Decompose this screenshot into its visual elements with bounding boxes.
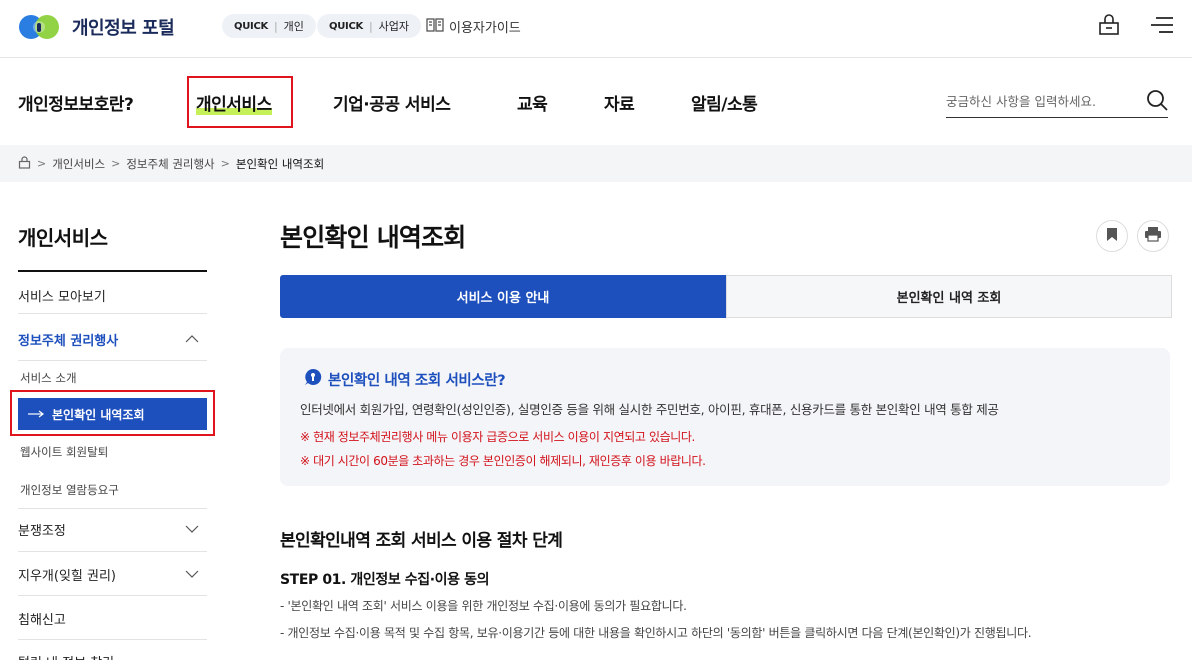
sidebar-item-label: 털린 내 정보 찾기	[18, 652, 114, 660]
gnb-label: 기업·공공 서비스	[333, 95, 451, 115]
user-guide-link[interactable]: 이용자가이드	[426, 17, 521, 36]
chevron-up-icon	[185, 332, 199, 347]
sidebar-item-service-overview[interactable]: 서비스 모아보기	[18, 286, 207, 305]
bookmark-icon	[1106, 227, 1118, 246]
sidebar-item-leaked-info[interactable]: 털린 내 정보 찾기	[18, 652, 207, 660]
search-icon[interactable]	[1146, 89, 1168, 115]
gnb-label: 개인정보보호란?	[18, 95, 134, 115]
gnb-item-resources[interactable]: 자료	[604, 90, 635, 115]
sidebar-subitem-withdraw[interactable]: 웹사이트 회원탈퇴	[20, 444, 108, 460]
breadcrumb: > 개인서비스 > 정보주체 권리행사 > 본인확인 내역조회	[0, 145, 1192, 182]
gnb-label: 알림/소통	[691, 95, 758, 115]
logo-mark-icon	[18, 12, 62, 42]
quick-badge: QUICK	[329, 20, 363, 32]
sidebar-item-label: 침해신고	[18, 613, 66, 628]
quick-personal-button[interactable]: QUICK | 개인	[222, 14, 316, 38]
info-heading: 본인확인 내역 조회 서비스란?	[304, 368, 506, 390]
info-description: 인터넷에서 회원가입, 연령확인(성인인증), 실명인증 등을 위해 실시한 주…	[300, 402, 999, 417]
annotation-highlight-sidebar	[10, 390, 215, 436]
step-description: - '본인확인 내역 조회' 서비스 이용을 위한 개인정보 수집·이용에 동의…	[280, 599, 687, 613]
top-icons	[1098, 14, 1174, 40]
sidebar-item-label: 서비스 모아보기	[18, 290, 106, 305]
quick-business-label: 사업자	[378, 20, 410, 33]
chevron-right-icon: >	[37, 157, 47, 170]
sidebar-divider	[18, 639, 207, 640]
tab-identity-lookup[interactable]: 본인확인 내역 조회	[726, 275, 1172, 318]
breadcrumb-current: 본인확인 내역조회	[235, 156, 325, 171]
chevron-right-icon: >	[220, 157, 230, 170]
bookmark-button[interactable]	[1096, 220, 1128, 252]
search-input[interactable]	[946, 94, 1126, 109]
step-description: - 개인정보 수집·이용 목적 및 수집 항목, 보유·이용기간 등에 대한 내…	[280, 626, 1032, 640]
gnb-label: 자료	[604, 95, 635, 115]
quick-separator: |	[273, 19, 278, 33]
sidebar-subitem-access-request[interactable]: 개인정보 열람등요구	[20, 482, 119, 498]
sidebar-title: 개인서비스	[18, 226, 108, 250]
chevron-down-icon	[185, 567, 199, 582]
sidebar-divider	[18, 360, 207, 361]
global-navigation: 개인정보보호란? 개인서비스 기업·공공 서비스 교육 자료 알림/소통	[0, 58, 1192, 145]
sidebar-divider	[18, 508, 207, 509]
procedure-section-title: 본인확인내역 조회 서비스 이용 절차 단계	[280, 531, 563, 551]
page-title: 본인확인 내역조회	[280, 223, 466, 252]
sidebar-item-dispute[interactable]: 분쟁조정	[18, 520, 207, 539]
info-badge-icon	[304, 368, 322, 390]
gnb-item-notice[interactable]: 알림/소통	[691, 90, 758, 115]
sidebar-divider	[18, 313, 207, 314]
breadcrumb-item[interactable]: 정보주체 권리행사	[126, 156, 214, 172]
sidebar-divider	[18, 551, 207, 552]
print-icon	[1144, 226, 1162, 246]
book-icon	[426, 17, 444, 36]
sidebar-item-eraser[interactable]: 지우개(잊힐 권리)	[18, 565, 207, 584]
gnb-item-about[interactable]: 개인정보보호란?	[18, 90, 134, 115]
logo-text: 개인정보 포털	[72, 18, 175, 39]
info-heading-text: 본인확인 내역 조회 서비스란?	[328, 372, 506, 389]
home-icon[interactable]	[18, 155, 31, 172]
quick-personal-label: 개인	[283, 20, 304, 33]
content-tabs: 서비스 이용 안내 본인확인 내역 조회	[280, 275, 1172, 318]
chevron-down-icon	[185, 522, 199, 537]
sidebar-item-rights[interactable]: 정보주체 권리행사	[18, 330, 207, 349]
sidebar-subitem-service-intro[interactable]: 서비스 소개	[20, 370, 77, 386]
quick-separator: |	[368, 19, 373, 33]
top-utility-bar: 개인정보 포털 QUICK | 개인 QUICK | 사업자 이용자가이드	[0, 0, 1192, 58]
quick-business-button[interactable]: QUICK | 사업자	[317, 14, 422, 38]
gnb-item-education[interactable]: 교육	[517, 90, 548, 115]
site-logo[interactable]: 개인정보 포털	[18, 12, 175, 42]
gnb-item-business-service[interactable]: 기업·공공 서비스	[333, 90, 451, 115]
tab-service-guide[interactable]: 서비스 이용 안내	[280, 275, 726, 318]
breadcrumb-item[interactable]: 개인서비스	[52, 156, 105, 172]
menu-icon[interactable]	[1150, 15, 1174, 39]
user-guide-label: 이용자가이드	[449, 21, 521, 36]
lock-icon[interactable]	[1098, 14, 1120, 40]
sidebar-item-label: 정보주체 권리행사	[18, 334, 119, 349]
sidebar-item-report[interactable]: 침해신고	[18, 609, 207, 628]
sidebar-divider	[18, 595, 207, 596]
service-info-box: 본인확인 내역 조회 서비스란? 인터넷에서 회원가입, 연령확인(성인인증),…	[280, 348, 1170, 486]
quick-badge: QUICK	[234, 20, 268, 32]
step-title: STEP 01. 개인정보 수집·이용 동의	[280, 572, 490, 588]
sidebar-item-label: 분쟁조정	[18, 524, 66, 539]
info-warning: ※ 대기 시간이 60분을 초과하는 경우 본인인증이 해제되니, 재인증후 이…	[300, 454, 706, 468]
print-button[interactable]	[1137, 220, 1169, 252]
sidebar-item-label: 지우개(잊힐 권리)	[18, 569, 116, 584]
chevron-right-icon: >	[111, 157, 121, 170]
gnb-label: 교육	[517, 95, 548, 115]
search-box	[946, 86, 1168, 118]
annotation-highlight-gnb	[187, 76, 293, 128]
info-warning: ※ 현재 정보주체권리행사 메뉴 이용자 급증으로 서비스 이용이 지연되고 있…	[300, 430, 695, 444]
sidebar-title-divider	[18, 270, 207, 272]
